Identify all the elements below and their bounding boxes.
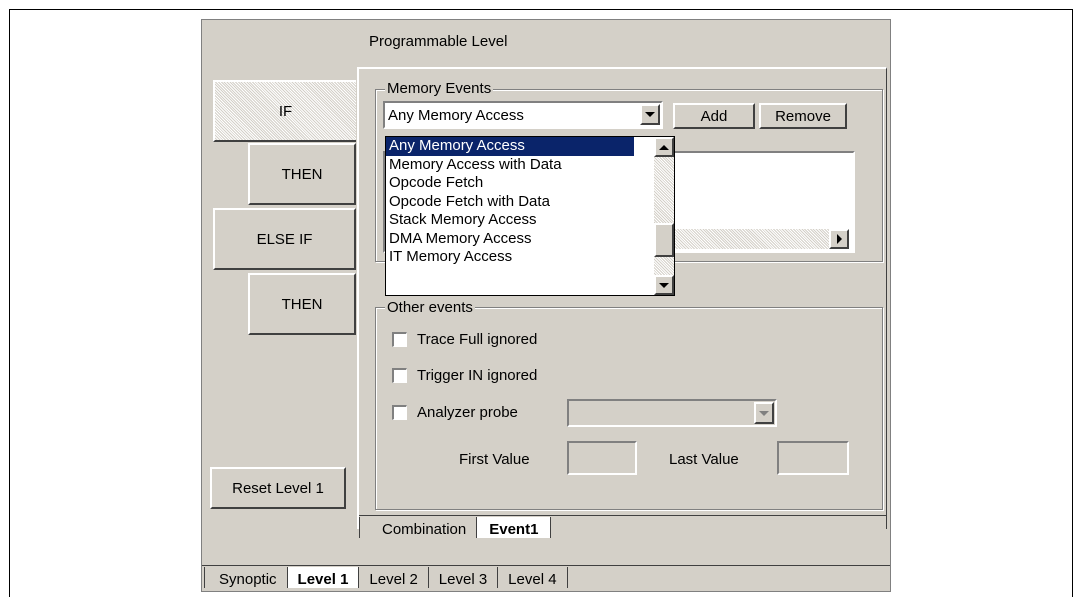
trace-full-row[interactable]: Trace Full ignored	[392, 331, 537, 348]
trigger-in-row[interactable]: Trigger IN ignored	[392, 367, 537, 384]
dropdown-option-it-memory-access[interactable]: IT Memory Access	[386, 248, 634, 267]
tab-level-4[interactable]: Level 4	[498, 567, 568, 588]
then-button-1-label: THEN	[281, 165, 323, 183]
first-value-label: First Value	[459, 451, 530, 468]
dropdown-scrollbar[interactable]	[654, 137, 674, 295]
tab-synoptic[interactable]: Synoptic	[204, 567, 287, 588]
remove-button[interactable]: Remove	[759, 103, 847, 129]
tab-event1[interactable]: Event1	[476, 517, 552, 538]
inner-tab-strip: Combination Event1	[359, 517, 552, 538]
inner-tab-divider	[359, 515, 887, 516]
last-value-label: Last Value	[669, 451, 739, 468]
memory-events-legend: Memory Events	[385, 80, 494, 97]
then-button-2[interactable]: THEN	[248, 273, 356, 335]
tab-level-3[interactable]: Level 3	[429, 567, 499, 588]
tab-level-2[interactable]: Level 2	[359, 567, 429, 588]
scroll-right-icon[interactable]	[829, 229, 849, 249]
dropdown-options: Any Memory Access Memory Access with Dat…	[386, 137, 634, 267]
else-if-button-label: ELSE IF	[256, 230, 313, 248]
memory-event-dropdown[interactable]: Any Memory Access Memory Access with Dat…	[385, 136, 675, 296]
programmable-level-panel: Programmable Level IF THEN ELSE IF THEN …	[201, 19, 891, 592]
trace-full-checkbox[interactable]	[392, 332, 407, 347]
analyzer-probe-select[interactable]	[567, 399, 777, 427]
trigger-in-checkbox[interactable]	[392, 368, 407, 383]
first-value-input[interactable]	[567, 441, 637, 475]
reset-level-label: Reset Level 1	[232, 479, 324, 497]
trace-full-label: Trace Full ignored	[417, 331, 538, 348]
memory-event-select[interactable]: Any Memory Access	[383, 101, 663, 129]
if-button[interactable]: IF	[213, 80, 356, 142]
dropdown-option-dma-memory-access[interactable]: DMA Memory Access	[386, 230, 634, 249]
scroll-down-icon[interactable]	[654, 275, 674, 295]
panel-title: Programmable Level	[369, 33, 508, 50]
analyzer-probe-label: Analyzer probe	[417, 404, 518, 421]
tab-level-1[interactable]: Level 1	[286, 567, 360, 588]
level-tab-divider	[202, 565, 890, 566]
dropdown-option-any-memory-access[interactable]: Any Memory Access	[386, 137, 634, 156]
add-button[interactable]: Add	[673, 103, 755, 129]
dropdown-option-memory-access-with-data[interactable]: Memory Access with Data	[386, 156, 634, 175]
analyzer-probe-row[interactable]: Analyzer probe	[392, 404, 518, 421]
dropdown-option-opcode-fetch[interactable]: Opcode Fetch	[386, 174, 634, 193]
analyzer-probe-checkbox[interactable]	[392, 405, 407, 420]
else-if-button[interactable]: ELSE IF	[213, 208, 356, 270]
trigger-in-label: Trigger IN ignored	[417, 367, 538, 384]
dropdown-option-stack-memory-access[interactable]: Stack Memory Access	[386, 211, 634, 230]
scroll-up-icon[interactable]	[654, 137, 674, 157]
remove-button-label: Remove	[775, 107, 831, 125]
if-button-label: IF	[278, 102, 293, 120]
chevron-down-icon[interactable]	[640, 104, 660, 125]
chevron-down-icon[interactable]	[754, 402, 774, 424]
reset-level-button[interactable]: Reset Level 1	[210, 467, 346, 509]
scrollbar-thumb[interactable]	[654, 223, 674, 257]
other-events-legend: Other events	[385, 299, 475, 316]
level-tab-strip: Synoptic Level 1 Level 2 Level 3 Level 4	[204, 567, 568, 588]
tab-combination[interactable]: Combination	[359, 517, 476, 538]
last-value-input[interactable]	[777, 441, 849, 475]
add-button-label: Add	[700, 107, 728, 125]
dropdown-option-opcode-fetch-with-data[interactable]: Opcode Fetch with Data	[386, 193, 634, 212]
then-button-2-label: THEN	[281, 295, 323, 313]
then-button-1[interactable]: THEN	[248, 143, 356, 205]
memory-event-select-value: Any Memory Access	[388, 107, 524, 124]
